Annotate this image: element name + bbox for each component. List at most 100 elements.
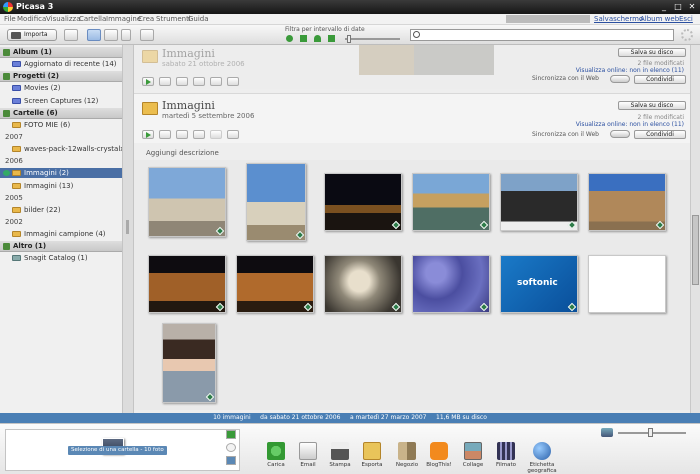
collage-icon[interactable] [159,130,171,139]
photo-thumbnail[interactable] [412,173,490,231]
star-icon[interactable] [210,77,222,86]
photo-thumbnail[interactable] [148,255,226,313]
share-button[interactable]: Condividi [634,75,686,84]
web-upload-icon[interactable] [193,77,205,86]
date-filter-slider[interactable] [345,38,400,40]
geotag-tool[interactable]: Etichetta geografica [522,442,562,474]
section-projects[interactable]: Progetti (2) [0,71,122,82]
folder-immagini[interactable]: Immagini (13) [0,181,122,191]
save-to-disk-button[interactable]: Salva su disco [618,48,686,57]
view-online-link[interactable]: Visualizza online: non in elenco (11) [576,67,684,74]
folder-foto-mie[interactable]: FOTO MIE (6) [0,120,122,130]
video-filter-icon[interactable] [300,35,307,42]
view-online-link[interactable]: Visualizza online: non in elenco (11) [576,121,684,128]
maximize-button[interactable]: □ [672,1,684,13]
minimize-button[interactable]: _ [658,1,670,13]
section-folders[interactable]: Cartelle (6) [0,108,122,119]
shop-tool[interactable]: Negozio [390,442,424,468]
movie-icon[interactable] [176,130,188,139]
star-icon[interactable] [210,130,222,139]
new-album-icon[interactable] [64,29,78,41]
collapse-icon[interactable] [3,73,10,80]
date-to: a martedì 27 marzo 2007 [349,414,427,421]
slideshow-icon[interactable] [142,77,154,86]
thumbnail-size-knob[interactable] [648,428,653,437]
photo-thumbnail[interactable]: softonic [500,255,578,313]
blogthis-tool[interactable]: BlogThis! [422,442,456,468]
album-description[interactable]: Aggiungi descrizione [146,149,219,157]
people-filter-icon[interactable] [314,35,321,42]
photo-thumbnail[interactable] [236,255,314,313]
import-button[interactable]: Importa [7,29,57,41]
project-screen-captures[interactable]: Screen Captures (12) [0,96,122,106]
collapse-icon[interactable] [3,49,10,56]
photo-thumbnail[interactable] [414,45,494,75]
slideshow-icon[interactable] [142,130,154,139]
thumbnail-view-icon[interactable] [87,29,101,41]
export-tool[interactable]: Esporta [355,442,389,468]
close-button[interactable]: ✕ [686,1,698,13]
star-filter-icon[interactable] [286,35,293,42]
folder-waves-pack[interactable]: waves-pack-12walls-crystalxp [0,144,122,154]
collapse-icon[interactable] [3,243,10,250]
photo-thumbnail[interactable] [246,163,306,241]
section-other[interactable]: Altro (1) [0,241,122,252]
photo-thumbnail[interactable] [324,255,402,313]
vertical-scrollbar[interactable] [690,45,700,413]
web-albums-link[interactable]: Album web [640,15,679,23]
folder-immagini-selected[interactable]: Immagini (2) [0,168,122,178]
movie-icon[interactable] [176,77,188,86]
save-to-disk-button[interactable]: Salva su disco [618,101,686,110]
menu-immagine[interactable]: Immagine [106,15,141,23]
list-view-icon[interactable] [104,29,118,41]
folder-bilder[interactable]: bilder (22) [0,205,122,215]
photo-thumbnail[interactable] [588,173,666,231]
collage-tool[interactable]: Collage [456,442,490,468]
splitter-grip[interactable] [126,220,129,234]
clear-selection-icon[interactable] [226,443,236,452]
info-icon[interactable] [227,77,239,86]
sign-out-link[interactable]: Esci [679,15,693,23]
view-dropdown-icon[interactable] [121,29,131,41]
section-albums[interactable]: Album (1) [0,47,122,58]
album-recent[interactable]: Aggiornato di recente (14) [0,59,122,69]
upload-tool[interactable]: Carica [259,442,293,468]
photo-thumbnail[interactable] [162,323,216,403]
menu-strumenti[interactable]: Strumenti [156,15,191,23]
menu-crea[interactable]: Crea [138,15,154,23]
photo-thumbnail[interactable] [412,255,490,313]
menu-cartella[interactable]: Cartella [79,15,106,23]
search-field[interactable] [410,29,674,41]
hold-icon[interactable] [226,430,236,439]
add-to-album-icon[interactable] [226,456,236,465]
sidebar-splitter[interactable] [123,45,134,413]
collapse-icon[interactable] [3,110,10,117]
folder-snagit-catalog[interactable]: Snagit Catalog (1) [0,253,122,263]
collage-icon[interactable] [159,77,171,86]
menu-file[interactable]: File [4,15,16,23]
project-movies[interactable]: Movies (2) [0,83,122,93]
scrollbar-thumb[interactable] [692,215,699,285]
geotag-filter-icon[interactable] [328,35,335,42]
print-tool[interactable]: Stampa [323,442,357,468]
email-tool[interactable]: Email [291,442,325,468]
screensaver-link[interactable]: Salvaschermo [594,15,643,23]
photo-thumbnail[interactable] [324,173,402,231]
folder-immagini-campione[interactable]: Immagini campione (4) [0,229,122,239]
info-icon[interactable] [227,130,239,139]
photo-thumbnail[interactable] [500,173,578,231]
photo-thumbnail[interactable] [148,167,226,237]
menu-visualizza[interactable]: Visualizza [46,15,80,23]
sync-toggle[interactable] [610,130,630,138]
photo-thumbnail[interactable] [588,255,666,313]
search-input[interactable] [423,30,671,40]
menu-guida[interactable]: Guida [188,15,209,23]
menu-modifica[interactable]: Modifica [17,15,46,23]
share-button[interactable]: Condividi [634,130,686,139]
date-filter-knob[interactable] [347,35,351,43]
web-upload-icon[interactable] [193,130,205,139]
movie-tool[interactable]: Filmato [489,442,523,468]
upload-icon[interactable] [140,29,154,41]
sync-toggle[interactable] [610,75,630,83]
photo-thumbnail[interactable] [359,45,414,75]
